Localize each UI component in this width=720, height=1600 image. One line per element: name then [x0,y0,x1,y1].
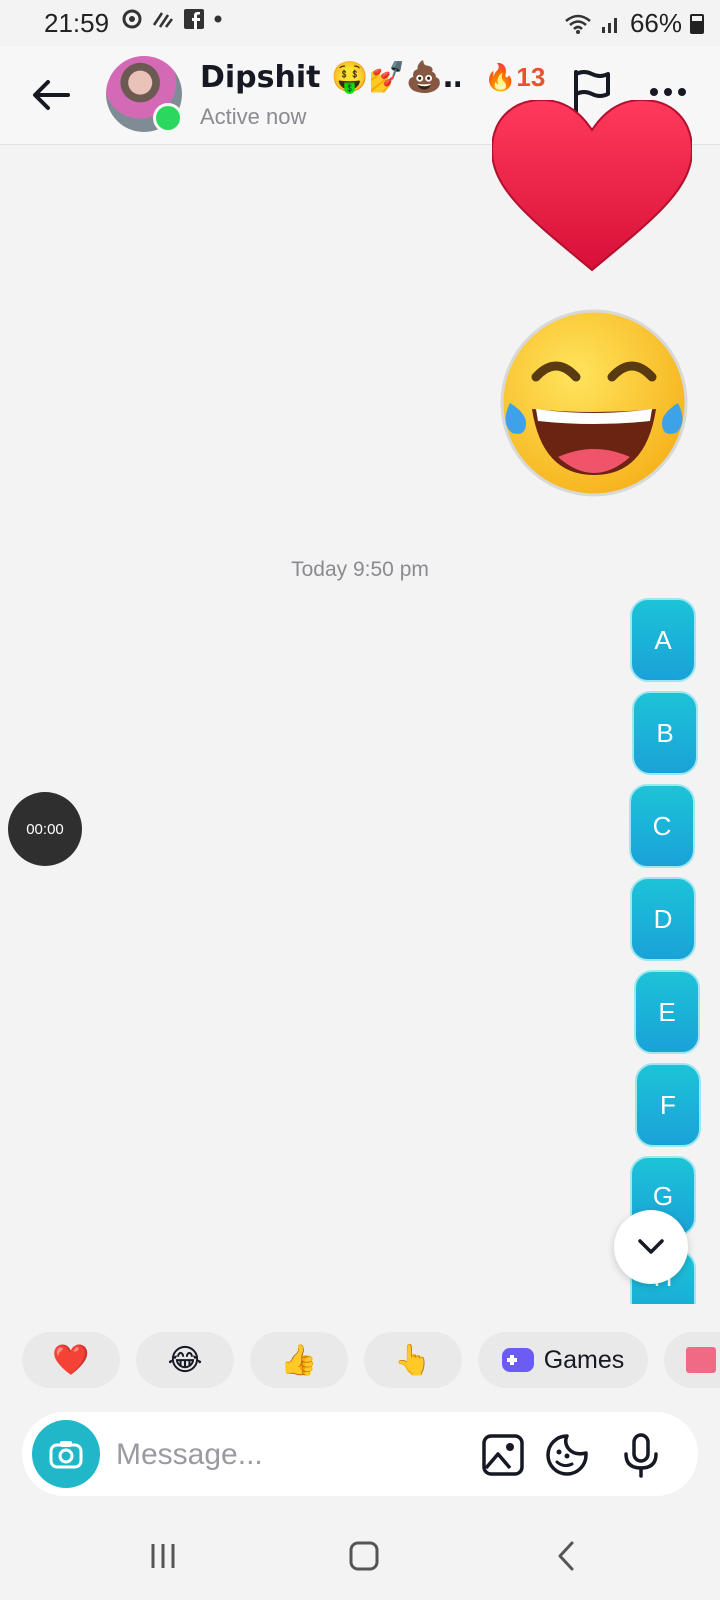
contact-status: Active now [200,104,307,129]
cell-signal-icon [601,17,617,33]
message-composer [22,1412,698,1496]
facebook-icon [184,9,204,29]
camera-icon [49,1441,83,1469]
system-navigation-bar [0,1512,720,1600]
chevron-down-icon [638,1239,664,1254]
games-label: Games [543,1345,625,1374]
camera-button[interactable] [32,1420,100,1488]
status-left-icons [122,9,222,29]
heart-sticker[interactable] [492,100,692,275]
reaction-heart[interactable]: ❤️ [22,1332,120,1388]
contact-name[interactable]: Dipshit 🤑💅💩… [200,60,460,95]
games-button[interactable]: Games [478,1332,648,1388]
message-timestamp: Today 9:50 pm [291,558,429,581]
status-time: 21:59 [44,8,110,38]
wifi-icon [565,14,591,34]
signal-arrows-icon [152,12,173,28]
battery-icon [690,13,704,34]
reaction-pointing-up[interactable]: 👆 [364,1332,462,1388]
gamepad-icon [501,1348,534,1372]
gift-chip[interactable] [664,1332,720,1388]
message-bubble-f[interactable]: F [635,1063,701,1147]
home-button[interactable] [334,1532,394,1580]
back-arrow-icon[interactable] [28,72,74,118]
message-bubble-a[interactable]: A [630,598,696,682]
chrome-icon [122,9,142,29]
scroll-to-bottom-button[interactable] [614,1210,688,1284]
streak-badge[interactable]: 🔥13 [484,62,545,93]
system-back-button[interactable] [536,1532,596,1580]
streak-count: 13 [516,62,546,92]
battery-percent: 66% [629,8,682,38]
message-bubble-c[interactable]: C [629,784,695,868]
reaction-laughing[interactable]: 😂 [136,1332,234,1388]
dot-icon [214,15,222,23]
reaction-thumbs-up[interactable]: 👍 [250,1332,348,1388]
gallery-icon[interactable] [480,1432,526,1478]
message-bubble-e[interactable]: E [634,970,700,1054]
online-indicator [153,103,183,133]
quick-reactions-bar: ❤️ 😂 👍 👆 Games [22,1332,720,1388]
recent-apps-icon [151,1544,175,1568]
chevron-left-icon [558,1541,574,1571]
home-icon [349,1541,379,1571]
recent-apps-button[interactable] [133,1532,193,1580]
message-bubble-d[interactable]: D [630,877,696,961]
gift-icon [686,1347,716,1373]
status-bar: 21:59 66% [0,0,720,46]
laughing-emoji-sticker[interactable] [496,305,692,501]
message-bubble-b[interactable]: B [632,691,698,775]
status-right: 66% [564,8,704,39]
message-input[interactable] [114,1428,458,1482]
more-icon[interactable] [648,86,688,98]
microphone-icon[interactable] [618,1432,664,1478]
fire-icon: 🔥 [484,63,517,93]
sticker-icon[interactable] [544,1432,590,1478]
recording-timer[interactable]: 00:00 [8,792,82,866]
